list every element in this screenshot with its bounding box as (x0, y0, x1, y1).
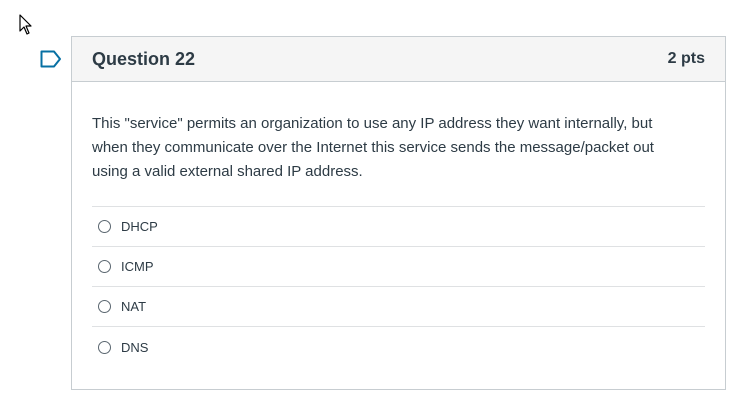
radio-button[interactable] (98, 260, 111, 273)
answer-label: DNS (121, 339, 149, 355)
answer-list: DHCP ICMP NAT DNS (92, 206, 705, 367)
answer-option-dns[interactable]: DNS (92, 327, 705, 367)
radio-button[interactable] (98, 340, 111, 354)
mouse-pointer-icon (19, 14, 32, 35)
question-title: Question 22 (92, 48, 196, 69)
question-card: Question 22 2 pts This "service" permits… (71, 36, 726, 390)
quiz-page: Question 22 2 pts This "service" permits… (0, 0, 745, 416)
answer-option-icmp[interactable]: ICMP (92, 247, 705, 287)
answer-label: NAT (121, 299, 147, 314)
radio-button[interactable] (98, 220, 111, 233)
question-header: Question 22 2 pts (72, 37, 725, 82)
question-text: This "service" permits an organization t… (92, 115, 654, 180)
question-body: This "service" permits an organization t… (72, 82, 725, 367)
answer-label: ICMP (121, 259, 154, 274)
radio-button[interactable] (98, 300, 111, 313)
answer-option-nat[interactable]: NAT (92, 287, 705, 327)
answer-label: DHCP (121, 219, 158, 234)
bookmark-flag-icon[interactable] (40, 50, 62, 68)
question-points: 2 pts (667, 50, 705, 67)
answer-option-dhcp[interactable]: DHCP (92, 207, 705, 247)
